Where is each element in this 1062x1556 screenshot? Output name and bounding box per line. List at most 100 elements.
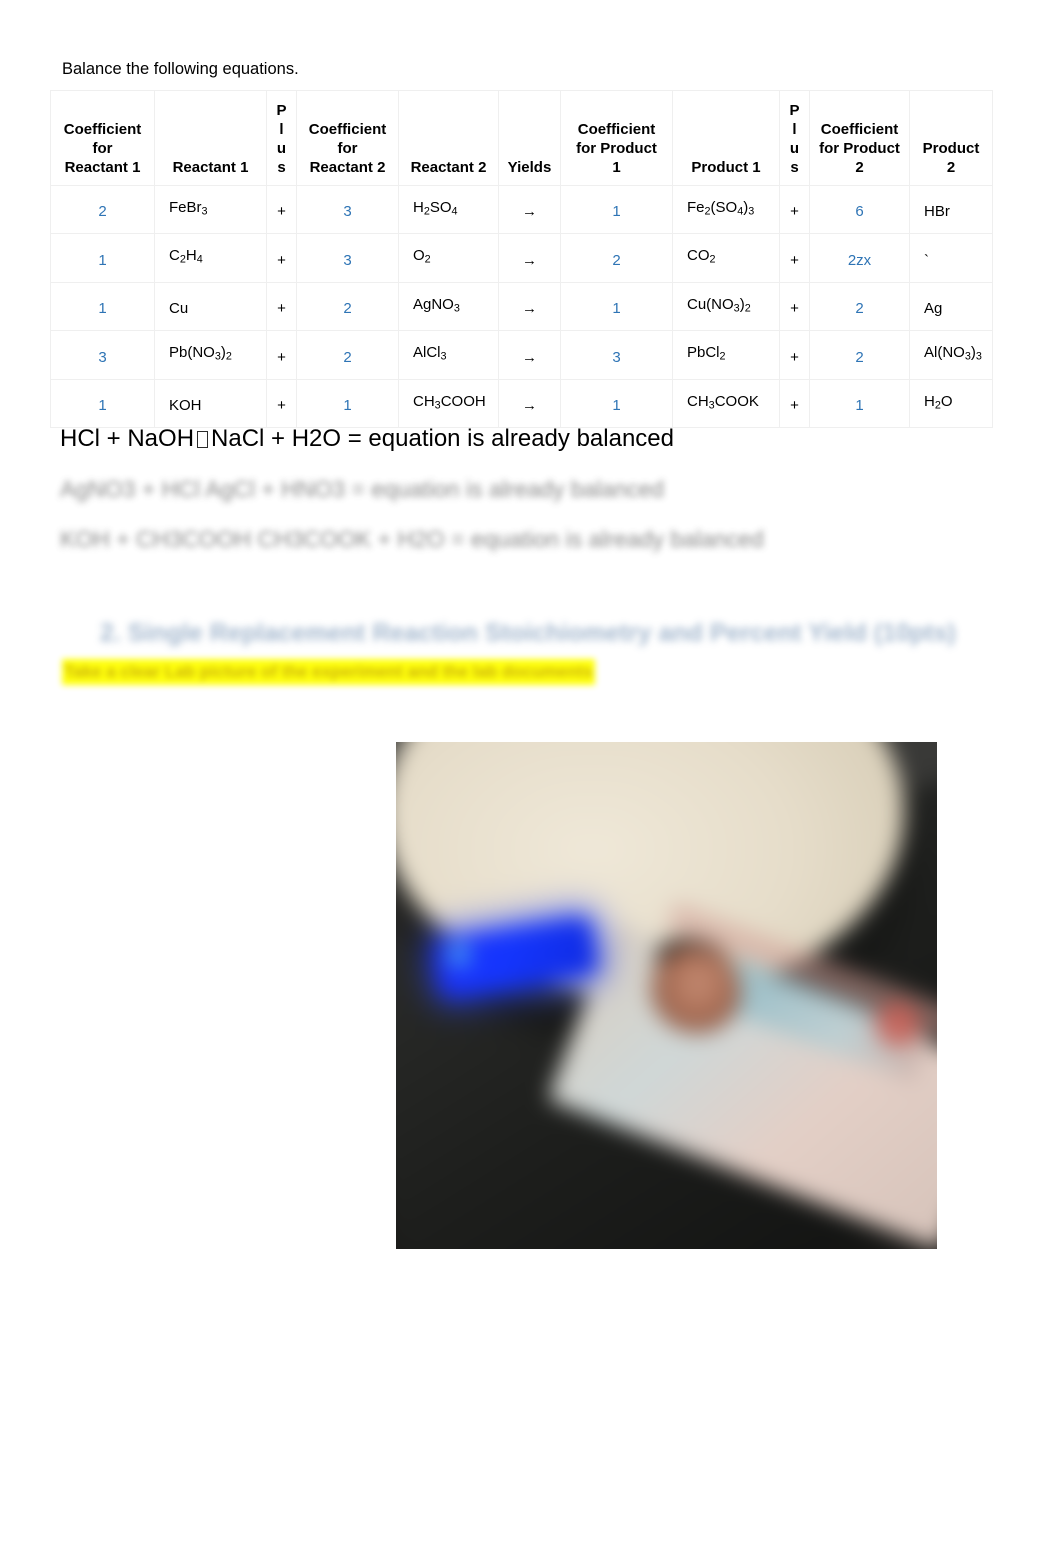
cell-coef-product-2[interactable]: 2: [809, 330, 910, 380]
cell-plus-1: +: [266, 330, 297, 380]
document-page: Balance the following equations. Coeffic…: [0, 0, 1062, 1556]
header-char: P: [789, 102, 800, 119]
lab-photo-content: [396, 742, 937, 1249]
cell-coef-product-1[interactable]: 1: [560, 184, 673, 235]
cell-coef-reactant-1[interactable]: 2: [50, 184, 155, 235]
header-char: P: [276, 102, 287, 119]
header-char: u: [276, 140, 287, 157]
answer-line-blurred-1: AgNO3 + HCl AgCl + HNO3 = equation is al…: [60, 476, 665, 502]
col-header-yields: Yields: [498, 90, 561, 186]
cell-coef-reactant-1[interactable]: 3: [50, 330, 155, 380]
cell-reactant-1: Cu: [154, 281, 267, 332]
cell-product-1: Cu(NO3)2: [672, 281, 780, 332]
col-header-product-2: Product 2: [909, 90, 993, 186]
col-header-plus-1: P l u s: [266, 90, 297, 186]
cell-reactant-1: KOH: [154, 378, 267, 428]
photo-scale-display-indicator: [448, 944, 470, 966]
col-header-coefficient-reactant-1: Coefficient for Reactant 1: [50, 90, 155, 186]
table-row: 1 C2H4 + 3 O2 → 2 CO2 + 2zx `: [50, 233, 993, 283]
cell-coef-product-2[interactable]: 2: [809, 281, 910, 332]
header-line: Coefficient: [820, 121, 899, 138]
cell-coef-reactant-1[interactable]: 1: [50, 378, 155, 428]
cell-plus-2: +: [779, 184, 810, 235]
header-char: l: [279, 121, 284, 138]
header-line: Reactant 2: [309, 159, 386, 176]
cell-yields-arrow: →: [498, 378, 561, 428]
section-heading: 2. Single Replacement Reaction Stoichiom…: [74, 617, 956, 649]
cell-plus-2: +: [779, 378, 810, 428]
cell-product-2: Ag: [909, 281, 993, 332]
cell-coef-product-1[interactable]: 3: [560, 330, 673, 380]
cell-yields-arrow: →: [498, 281, 561, 332]
cell-yields-arrow: →: [498, 233, 561, 283]
col-header-reactant-2: Reactant 2: [398, 90, 499, 186]
instruction-text: Balance the following equations.: [62, 60, 299, 78]
cell-plus-2: +: [779, 233, 810, 283]
heading-number: 2.: [100, 619, 121, 647]
table-header-row: Coefficient for Reactant 1 Reactant 1 P …: [50, 90, 993, 186]
col-header-product-1: Product 1: [672, 90, 780, 186]
answer-text-before: HCl + NaOH: [60, 425, 195, 452]
cell-coef-product-1[interactable]: 1: [560, 281, 673, 332]
header-line: 1: [612, 159, 621, 176]
cell-coef-reactant-2[interactable]: 3: [296, 233, 399, 283]
cell-plus-1: +: [266, 281, 297, 332]
cell-coef-reactant-1[interactable]: 1: [50, 281, 155, 332]
cell-plus-1: +: [266, 233, 297, 283]
answer-line-blurred-2: KOH + CH3COOH CH3COOK + H2O = equation i…: [60, 526, 764, 552]
cell-coef-product-2[interactable]: 2zx: [809, 233, 910, 283]
lab-photo: [396, 742, 937, 1249]
photo-id-card-seal: [876, 1002, 920, 1046]
col-header-plus-2: P l u s: [779, 90, 810, 186]
cell-coef-product-1[interactable]: 1: [560, 378, 673, 428]
header-line: Reactant 1: [64, 159, 141, 176]
cell-coef-reactant-2[interactable]: 1: [296, 378, 399, 428]
header-line: for Product: [576, 140, 657, 157]
cell-reactant-2: AgNO3: [398, 281, 499, 332]
col-header-coefficient-product-2: Coefficient for Product 2: [809, 90, 910, 186]
cell-plus-1: +: [266, 184, 297, 235]
cell-plus-1: +: [266, 378, 297, 428]
header-line: 2: [946, 159, 956, 176]
highlighted-note: Take a clear Lab picture of the experime…: [62, 659, 595, 685]
heading-text: Single Replacement Reaction Stoichiometr…: [127, 619, 956, 647]
cell-coef-reactant-2[interactable]: 2: [296, 281, 399, 332]
cell-coef-product-2[interactable]: 6: [809, 184, 910, 235]
cell-coef-product-1[interactable]: 2: [560, 233, 673, 283]
header-char: l: [792, 121, 797, 138]
cell-reactant-1: FeBr3: [154, 184, 267, 235]
balance-equations-table: Coefficient for Reactant 1 Reactant 1 P …: [50, 90, 993, 428]
header-line: for: [92, 140, 113, 157]
table-row: 3 Pb(NO3)2 + 2 AlCl3 → 3 PbCl2 + 2 Al(NO…: [50, 330, 993, 380]
cell-reactant-2: H2SO4: [398, 184, 499, 235]
cell-reactant-2: AlCl3: [398, 330, 499, 380]
header-line: Coefficient: [63, 121, 142, 138]
header-line: for: [337, 140, 358, 157]
table-body: 2 FeBr3 + 3 H2SO4 → 1 Fe2(SO4)3 + 6 HBr …: [50, 184, 993, 428]
cell-coef-product-2[interactable]: 1: [809, 378, 910, 428]
missing-glyph-box: [197, 431, 209, 448]
header-line: Product: [922, 140, 980, 157]
cell-reactant-1: C2H4: [154, 233, 267, 283]
header-char: u: [789, 140, 800, 157]
cell-plus-2: +: [779, 330, 810, 380]
header-line: Coefficient: [308, 121, 387, 138]
cell-reactant-2: CH3COOH: [398, 378, 499, 428]
cell-coef-reactant-2[interactable]: 2: [296, 330, 399, 380]
header-line: Coefficient: [577, 121, 656, 138]
col-header-reactant-1: Reactant 1: [154, 90, 267, 186]
header-line: 2: [855, 159, 864, 176]
cell-product-2: Al(NO3)3: [909, 330, 993, 380]
col-header-coefficient-reactant-2: Coefficient for Reactant 2: [296, 90, 399, 186]
cell-product-1: CO2: [672, 233, 780, 283]
cell-product-1: PbCl2: [672, 330, 780, 380]
cell-coef-reactant-2[interactable]: 3: [296, 184, 399, 235]
cell-plus-2: +: [779, 281, 810, 332]
cell-yields-arrow: →: [498, 184, 561, 235]
table-row: 1 Cu + 2 AgNO3 → 1 Cu(NO3)2 + 2 Ag: [50, 281, 993, 332]
table-row: 2 FeBr3 + 3 H2SO4 → 1 Fe2(SO4)3 + 6 HBr: [50, 184, 993, 235]
table-row: 1 KOH + 1 CH3COOH → 1 CH3COOK + 1 H2O: [50, 378, 993, 428]
cell-product-2: `: [909, 233, 993, 283]
col-header-coefficient-product-1: Coefficient for Product 1: [560, 90, 673, 186]
cell-coef-reactant-1[interactable]: 1: [50, 233, 155, 283]
